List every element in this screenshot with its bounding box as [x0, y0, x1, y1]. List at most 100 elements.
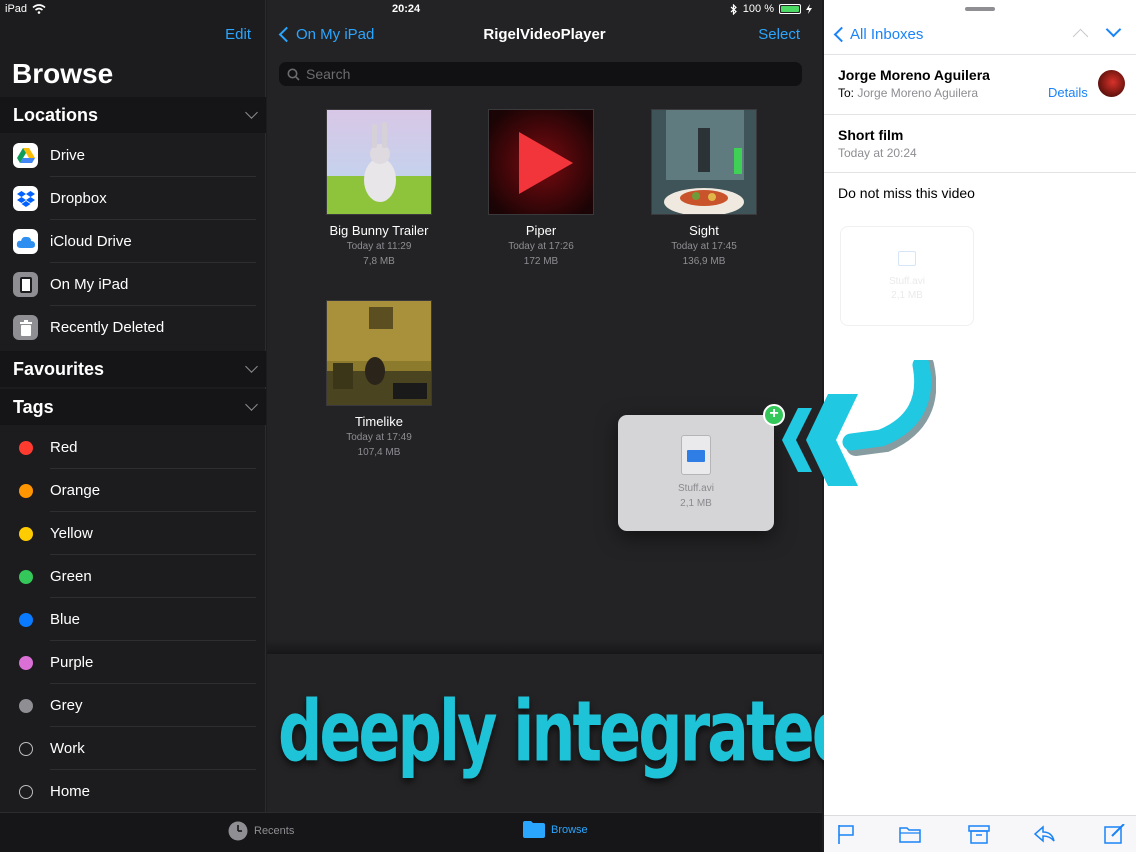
sidebar-item-tag-home[interactable]: Home — [0, 770, 266, 813]
battery-icon — [779, 4, 801, 14]
section-favourites[interactable]: Favourites — [0, 351, 266, 387]
flag-icon[interactable] — [836, 824, 858, 844]
tab-browse[interactable]: Browse — [523, 821, 588, 838]
folder-icon[interactable] — [899, 824, 921, 844]
tag-empty-circle-icon — [19, 741, 33, 756]
grabber-handle[interactable] — [965, 7, 995, 11]
chevron-up-icon[interactable] — [1072, 28, 1089, 45]
clock-icon — [228, 821, 248, 841]
tab-recents[interactable]: Recents — [228, 821, 294, 841]
to-value: Jorge Moreno Aguilera — [857, 86, 979, 100]
charging-bolt-icon — [806, 4, 812, 14]
file-item-timelike[interactable]: Timelike Today at 17:49 107,4 MB — [309, 300, 449, 459]
sidebar-item-tag-work[interactable]: Work — [0, 727, 266, 770]
to-label: To: — [838, 86, 855, 100]
sidebar-item-label: Purple — [50, 654, 94, 671]
search-input[interactable] — [306, 66, 786, 82]
file-name: Sight — [689, 223, 719, 238]
tab-bar: Recents Browse — [0, 812, 822, 852]
sidebar-item-label: Blue — [50, 611, 81, 628]
sidebar-item-label: Orange — [50, 482, 101, 499]
search-icon — [287, 68, 300, 81]
file-date: Today at 17:49 — [346, 432, 412, 443]
reply-icon[interactable] — [1033, 824, 1055, 844]
video-thumbnail — [326, 300, 432, 406]
device-name: iPad — [5, 3, 28, 15]
mail-toolbar — [824, 815, 1136, 852]
tag-color-dot — [19, 569, 33, 584]
divider — [267, 640, 822, 654]
avatar — [1098, 70, 1125, 97]
file-item-big-bunny[interactable]: Big Bunny Trailer Today at 11:29 7,8 MB — [309, 109, 449, 268]
file-item-piper[interactable]: Piper Today at 17:26 172 MB — [471, 109, 611, 268]
select-button[interactable]: Select — [758, 26, 800, 43]
wifi-icon — [32, 4, 46, 14]
chevron-down-icon[interactable] — [245, 106, 258, 119]
sidebar-item-tag-grey[interactable]: Grey — [0, 684, 266, 727]
details-button[interactable]: Details — [1048, 85, 1088, 100]
bluetooth-icon — [730, 3, 737, 15]
back-to-inboxes-button[interactable]: All Inboxes — [832, 26, 923, 43]
file-item-sight[interactable]: Sight Today at 17:45 136,9 MB — [634, 109, 774, 268]
compose-icon[interactable] — [1104, 824, 1126, 844]
drag-arrow-icon — [782, 360, 936, 486]
sidebar-item-on-my-ipad[interactable]: On My iPad — [0, 263, 266, 306]
tag-color-dot — [19, 698, 33, 713]
divider — [824, 54, 1136, 55]
file-size: 107,4 MB — [357, 447, 401, 458]
google-drive-icon — [13, 143, 38, 168]
tag-color-dot — [19, 612, 33, 627]
chevron-down-icon[interactable] — [245, 398, 258, 411]
sidebar-item-tag-yellow[interactable]: Yellow — [0, 512, 266, 555]
tag-color-dot — [19, 483, 33, 498]
section-tags[interactable]: Tags — [0, 389, 266, 425]
file-date: Today at 17:45 — [671, 241, 737, 252]
tag-empty-circle-icon — [19, 784, 33, 799]
sidebar-item-label: Drive — [50, 147, 86, 164]
folder-title: RigelVideoPlayer — [483, 26, 606, 43]
mail-recipient: To: Jorge Moreno Aguilera — [838, 86, 978, 100]
file-name: Timelike — [355, 414, 403, 429]
dragged-file-size: 2,1 MB — [680, 498, 712, 509]
file-name: Piper — [525, 223, 557, 238]
sidebar-item-label: Home — [50, 783, 91, 800]
sidebar-item-drive[interactable]: Drive — [0, 134, 266, 177]
divider — [824, 172, 1136, 173]
divider — [824, 114, 1136, 115]
attachment-drop-placeholder[interactable]: Stuff.avi 2,1 MB — [840, 226, 974, 326]
sidebar-item-label: Dropbox — [50, 190, 107, 207]
file-name: Big Bunny Trailer — [329, 223, 429, 238]
sidebar-item-label: On My iPad — [50, 276, 129, 293]
section-locations[interactable]: Locations — [0, 97, 266, 133]
chevron-down-icon[interactable] — [1105, 21, 1122, 38]
search-bar[interactable] — [279, 62, 802, 86]
sidebar-item-label: iCloud Drive — [50, 233, 132, 250]
file-date: Today at 17:26 — [508, 241, 574, 252]
video-thumbnail — [326, 109, 432, 215]
sidebar-item-label: Green — [50, 568, 92, 585]
tag-color-dot — [19, 655, 33, 670]
chevron-down-icon[interactable] — [245, 360, 258, 373]
attachment-name: Stuff.avi — [889, 276, 925, 287]
status-bar: iPad 20:24 100 % — [0, 0, 822, 18]
sidebar-item-icloud[interactable]: iCloud Drive — [0, 220, 266, 263]
attachment-size: 2,1 MB — [891, 290, 923, 301]
sidebar-item-tag-orange[interactable]: Orange — [0, 469, 266, 512]
file-size: 7,8 MB — [363, 256, 395, 267]
back-label: All Inboxes — [850, 26, 924, 43]
sidebar-item-tag-green[interactable]: Green — [0, 555, 266, 598]
sidebar-item-recently-deleted[interactable]: Recently Deleted — [0, 306, 266, 349]
section-tags-label: Tags — [13, 396, 54, 417]
dragged-file-card[interactable]: Stuff.avi 2,1 MB — [618, 415, 774, 531]
archive-icon[interactable] — [968, 824, 990, 844]
mail-sender: Jorge Moreno Aguilera — [838, 67, 990, 83]
edit-button[interactable]: Edit — [225, 26, 251, 43]
trash-icon — [13, 315, 38, 340]
tag-color-dot — [19, 440, 33, 455]
sidebar-item-dropbox[interactable]: Dropbox — [0, 177, 266, 220]
sidebar-item-tag-blue[interactable]: Blue — [0, 598, 266, 641]
tab-label: Recents — [254, 825, 295, 837]
sidebar-item-tag-red[interactable]: Red — [0, 426, 266, 469]
file-size: 172 MB — [523, 256, 559, 267]
sidebar-item-tag-purple[interactable]: Purple — [0, 641, 266, 684]
